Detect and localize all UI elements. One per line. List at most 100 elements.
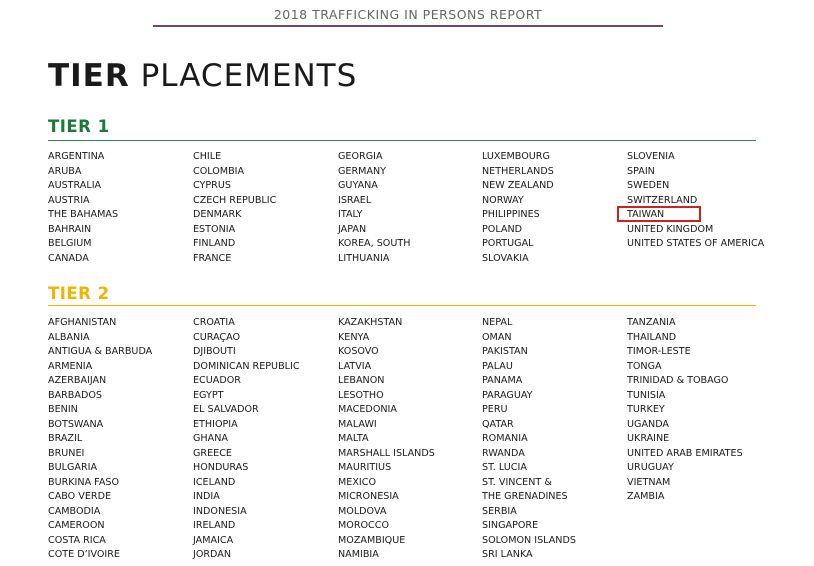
country-item: LATVIA (338, 360, 372, 372)
country-item: ST. LUCIA (482, 462, 527, 473)
tier1-column-4: LUXEMBOURG NETHERLANDS NEW ZEALAND NORWAY PH… (482, 150, 622, 266)
country-item: UKRAINE (627, 433, 670, 444)
country-item: CHILE (193, 151, 222, 162)
country-item: KAZAKHSTAN (338, 317, 403, 328)
country-item: NAMIBIA (338, 549, 379, 560)
country-item: COSTA RICA (48, 534, 106, 546)
country-item: GERMANY (338, 165, 387, 177)
country-item: LEBANON (338, 375, 385, 386)
country-item: KENYA (338, 331, 370, 343)
country-item: MALTA (338, 433, 369, 444)
country-item: PALAU (482, 360, 513, 372)
country-item: BRAZIL (48, 433, 83, 444)
country-item: COLOMBIA (193, 165, 245, 177)
country-item: SLOVAKIA (482, 252, 529, 264)
country-item: CAMBODIA (48, 505, 101, 517)
country-item: SRI LANKA (482, 549, 533, 560)
country-item: URUGUAY (627, 462, 674, 473)
country-item: BELGIUM (48, 238, 92, 249)
country-item: BRUNEI (48, 447, 85, 459)
country-item: UNITED KINGDOM (627, 223, 714, 235)
country-item: ITALY (338, 209, 363, 220)
tier2-column-1: AFGHANISTAN ALBANIA ANTIGUA & BARBUDA ARMEN… (48, 316, 188, 563)
country-item: ESTONIA (193, 223, 236, 235)
country-item: MAURITIUS (338, 462, 392, 473)
country-item: TUNISIA (627, 389, 666, 401)
country-item: THAILAND (627, 331, 677, 343)
country-item: POLAND (482, 223, 523, 235)
country-item: BENIN (48, 404, 78, 415)
country-item: MICRONESIA (338, 491, 399, 502)
country-item: DENMARK (193, 209, 242, 220)
country-item: FRANCE (193, 252, 232, 264)
country-item: TRINIDAD & TOBAGO (627, 375, 729, 386)
country-item: TIMOR-LESTE (627, 346, 691, 357)
country-item: VIETNAM (627, 476, 671, 488)
country-item: INDONESIA (193, 505, 247, 517)
tier1-column-2: CHILE COLOMBIA CYPRUS CZECH REPUBLIC DENMARK… (193, 150, 333, 266)
country-item: PAKISTAN (482, 346, 528, 357)
tier2-column-3: KAZAKHSTAN KENYA KOSOVO LATVIA LEBANON LESOTH… (338, 316, 478, 563)
country-item: SLOVENIA (627, 151, 675, 162)
country-item: ARMENIA (48, 360, 93, 372)
page-title: TIER PLACEMENTS (48, 56, 357, 96)
country-item: BARBADOS (48, 389, 102, 401)
country-item: QATAR (482, 418, 514, 430)
country-item: PORTUGAL (482, 238, 534, 249)
country-item: MACEDONIA (338, 404, 397, 415)
country-item: MOZAMBIQUE (338, 534, 406, 546)
country-item: ARUBA (48, 165, 82, 177)
country-item: LESOTHO (338, 389, 384, 401)
country-item: GEORGIA (338, 151, 383, 162)
country-item: JAMAICA (193, 534, 234, 546)
tier2-column-5: TANZANIA THAILAND TIMOR-LESTE TONGA TRINIDAD… (627, 316, 767, 505)
page-title-bold: TIER (48, 58, 130, 94)
country-item: MALAWI (338, 418, 377, 430)
country-item: RWANDA (482, 447, 525, 459)
country-item: ICELAND (193, 476, 236, 488)
country-item: ALBANIA (48, 331, 90, 343)
country-item: MOROCCO (338, 520, 389, 531)
country-item: LUXEMBOURG (482, 151, 550, 162)
country-item: KOREA, SOUTH (338, 238, 411, 249)
country-item: JORDAN (193, 549, 232, 560)
country-item: CANADA (48, 252, 89, 264)
taiwan-highlight-box (617, 206, 701, 222)
country-item: AUSTRIA (48, 194, 90, 206)
country-item: TANZANIA (627, 317, 676, 328)
tier1-heading: TIER 1 (48, 116, 756, 141)
country-item: ECUADOR (193, 375, 241, 386)
country-item: NEPAL (482, 317, 513, 328)
country-item: SWEDEN (627, 180, 670, 191)
country-item: BULGARIA (48, 462, 98, 473)
country-item: ROMANIA (482, 433, 528, 444)
country-item: ZAMBIA (627, 491, 665, 502)
country-item: UNITED STATES OF AMERICA (627, 238, 765, 249)
country-item: LITHUANIA (338, 252, 390, 264)
country-item: SOLOMON ISLANDS (482, 534, 576, 546)
report-header: 2018 TRAFFICKING IN PERSONS REPORT (153, 7, 663, 27)
country-item: HONDURAS (193, 462, 249, 473)
country-item: AZERBAIJAN (48, 375, 107, 386)
country-item: NETHERLANDS (482, 165, 554, 177)
tier2-column-4: NEPAL OMAN PAKISTAN PALAU PANAMA PARAGUAY PERU… (482, 316, 622, 563)
tier2-heading: TIER 2 (48, 283, 756, 306)
country-item: INDIA (193, 491, 220, 502)
country-item: NORWAY (482, 194, 524, 206)
country-item: BAHRAIN (48, 223, 92, 235)
country-item: TONGA (627, 360, 662, 372)
country-item: PANAMA (482, 375, 523, 386)
country-item: COTE D’IVOIRE (48, 549, 120, 560)
country-item: UGANDA (627, 418, 669, 430)
country-item: SERBIA (482, 505, 517, 517)
country-item: UNITED ARAB EMIRATES (627, 447, 743, 459)
country-item: KOSOVO (338, 346, 379, 357)
country-item: MEXICO (338, 476, 376, 488)
country-item: EL SALVADOR (193, 404, 259, 415)
country-item: IRELAND (193, 520, 236, 531)
country-item: GHANA (193, 433, 228, 444)
country-item: THE BAHAMAS (48, 209, 119, 220)
country-item: SPAIN (627, 165, 655, 177)
country-item: PHILIPPINES (482, 209, 540, 220)
country-item: AFGHANISTAN (48, 317, 117, 328)
